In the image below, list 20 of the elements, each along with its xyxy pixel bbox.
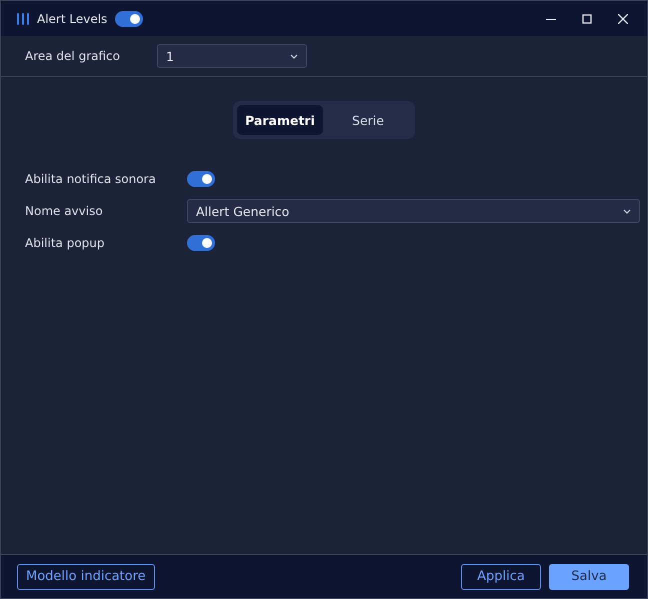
setting-label: Abilita notifica sonora [25,172,157,186]
template-button[interactable]: Modello indicatore [17,564,155,590]
toggle-switch[interactable] [187,235,215,251]
toggle-switch[interactable] [187,171,215,187]
chevron-icon [623,208,631,214]
enable-toggle[interactable] [115,10,144,26]
area-dropdown[interactable]: 1 [157,44,307,68]
apply-button[interactable]: Applica [461,564,541,590]
field-label: Area del grafico [25,49,121,63]
save-button[interactable]: Salva [549,564,629,590]
window-title: Alert Levels [37,12,108,26]
tab[interactable]: Parametri [237,105,323,135]
dropdown[interactable]: Allert Generico [187,199,640,223]
tab[interactable]: Serie [325,105,411,135]
setting-label: Abilita popup [25,236,106,250]
maximize-icon[interactable] [582,14,592,24]
bars-icon [17,12,29,24]
chevron-icon [290,54,298,58]
setting-label: Nome avviso [25,204,104,218]
close-icon[interactable] [618,14,628,24]
